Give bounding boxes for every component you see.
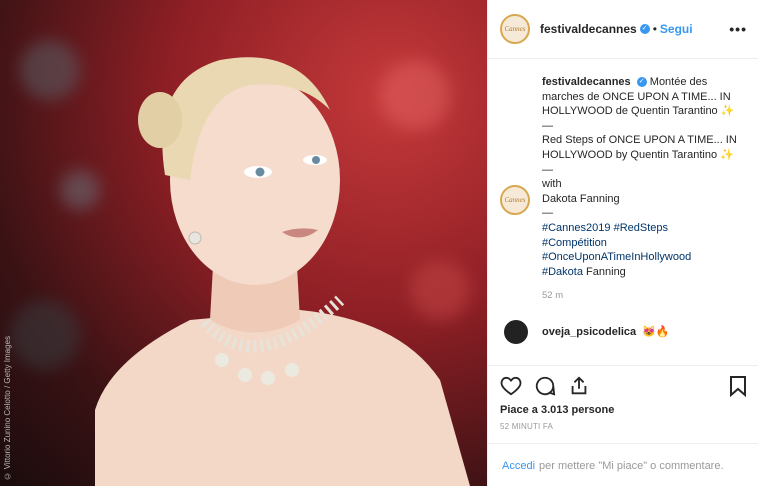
caption-line: — bbox=[542, 163, 553, 176]
caption-line: — bbox=[542, 207, 553, 220]
login-link[interactable]: Accedi bbox=[502, 460, 535, 472]
like-icon[interactable] bbox=[500, 376, 522, 396]
post-time[interactable]: 52 MINUTI FA bbox=[500, 422, 747, 431]
post-panel: Cannes festivaldecannes ✓ • Segui ••• Ca… bbox=[487, 0, 758, 486]
comment-text: 😻🔥 bbox=[642, 326, 670, 339]
comment-username[interactable]: oveja_psicodelica bbox=[542, 326, 636, 338]
photo-credit: © Vittorio Zunino Celotto / Getty Images bbox=[3, 335, 12, 480]
caption-avatar[interactable]: Cannes bbox=[500, 185, 530, 215]
more-options-icon[interactable]: ••• bbox=[729, 21, 747, 37]
share-icon[interactable] bbox=[568, 375, 590, 397]
hashtag-link[interactable]: #RedSteps bbox=[614, 222, 668, 234]
comment-icon[interactable] bbox=[534, 375, 556, 397]
caption-line: — bbox=[542, 119, 553, 132]
hashtag-link[interactable]: #Cannes2019 bbox=[542, 222, 611, 234]
bookmark-icon[interactable] bbox=[729, 375, 747, 397]
follow-button[interactable]: Segui bbox=[660, 22, 693, 36]
post-header: Cannes festivaldecannes ✓ • Segui ••• bbox=[488, 0, 758, 59]
hashtag-link[interactable]: #Dakota bbox=[542, 266, 583, 278]
caption-time[interactable]: 52 m bbox=[542, 289, 742, 304]
caption-line: with bbox=[542, 178, 562, 191]
caption-text: festivaldecannes ✓ Montée des marches de… bbox=[542, 75, 742, 304]
likes-count[interactable]: Piace a 3.013 persone bbox=[500, 404, 747, 416]
dakota-figure bbox=[95, 57, 470, 486]
post-actions: Piace a 3.013 persone 52 MINUTI FA bbox=[488, 365, 758, 431]
header-username[interactable]: festivaldecannes bbox=[540, 22, 637, 36]
caption: Cannes festivaldecannes ✓ Montée des mar… bbox=[500, 75, 747, 304]
login-text: per mettere "Mi piace" o commentare. bbox=[539, 459, 724, 472]
hashtag-link[interactable]: #Compétition bbox=[542, 237, 607, 249]
profile-avatar[interactable]: Cannes bbox=[500, 14, 530, 44]
login-prompt: Accedi per mettere "Mi piace" o commenta… bbox=[488, 443, 758, 487]
verified-badge-icon: ✓ bbox=[636, 77, 647, 88]
post-photo[interactable]: © Vittorio Zunino Celotto / Getty Images bbox=[0, 0, 487, 486]
verified-badge-icon: ✓ bbox=[639, 24, 650, 34]
comment-item: oveja_psicodelica 😻🔥 bbox=[500, 319, 747, 344]
caption-username[interactable]: festivaldecannes bbox=[542, 76, 631, 88]
separator-dot: • bbox=[652, 22, 657, 36]
hashtag-link[interactable]: #OnceUponATimeInHollywood bbox=[542, 251, 691, 263]
commenter-avatar[interactable] bbox=[504, 319, 528, 344]
comments-list[interactable]: Cannes festivaldecannes ✓ Montée des mar… bbox=[488, 59, 758, 365]
caption-line: Red Steps of ONCE UPON A TIME... IN HOLL… bbox=[542, 134, 737, 161]
caption-line: Fanning bbox=[586, 265, 626, 278]
caption-line: Dakota Fanning bbox=[542, 192, 620, 205]
